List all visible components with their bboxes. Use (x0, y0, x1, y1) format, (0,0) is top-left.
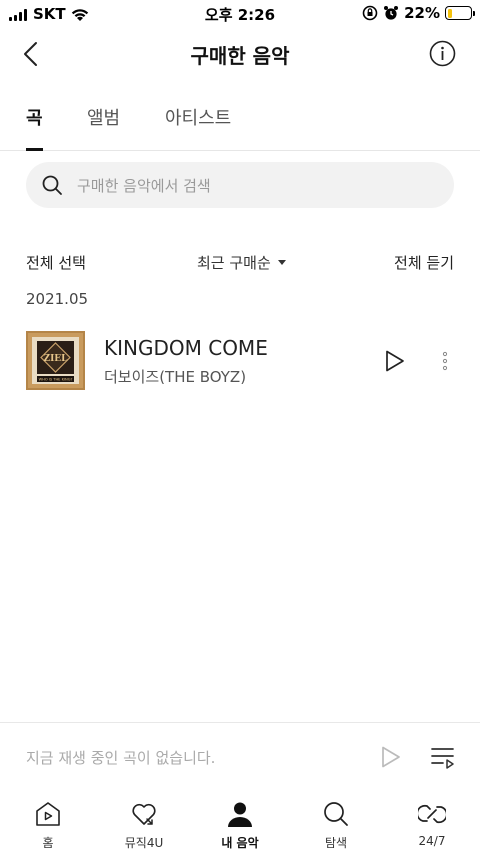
tab-albums[interactable]: 앨범 (87, 104, 120, 130)
song-row[interactable]: ZIEL WHO IS THE KING? KINGDOM COME 더보이즈(… (26, 330, 454, 392)
bottom-nav: 홈 뮤직4U 내 음악 탐색 24/7 (0, 790, 480, 854)
mini-player[interactable]: 지금 재생 중인 곡이 없습니다. (0, 722, 480, 790)
nav-label: 내 음악 (221, 836, 259, 850)
search-icon (42, 175, 62, 195)
tab-songs[interactable]: 곡 (26, 104, 43, 130)
sort-dropdown[interactable]: 최근 구매순 (197, 252, 286, 273)
play-icon[interactable] (382, 349, 406, 373)
tab-bar: 곡 앨범 아티스트 (0, 96, 480, 151)
battery-percent: 22% (404, 4, 440, 22)
battery-level (447, 8, 453, 18)
sort-label: 최근 구매순 (197, 254, 271, 272)
svg-text:ZIEL: ZIEL (44, 354, 69, 364)
caret-down-icon (277, 260, 286, 265)
song-artist: 더보이즈(THE BOYZ) (104, 368, 247, 386)
list-controls: 전체 선택 최근 구매순 전체 듣기 (26, 250, 454, 274)
status-right: 22% (362, 4, 475, 22)
play-icon[interactable] (378, 745, 402, 769)
infinity-icon (418, 804, 446, 824)
nav-label: 홈 (42, 836, 54, 850)
album-art-image: ZIEL WHO IS THE KING? (28, 333, 83, 388)
status-bar: SKT 오후 2:26 22% (0, 0, 480, 28)
play-all-button[interactable]: 전체 듣기 (394, 252, 454, 273)
nav-label: 뮤직4U (124, 836, 164, 850)
nav-my-music[interactable]: 내 음악 (192, 800, 288, 851)
orientation-lock-icon (362, 5, 378, 21)
nav-247[interactable]: 24/7 (384, 800, 480, 848)
svg-text:WHO IS THE KING?: WHO IS THE KING? (39, 378, 73, 382)
album-art[interactable]: ZIEL WHO IS THE KING? (26, 331, 85, 390)
nav-header: 구매한 음악 (0, 30, 480, 78)
select-all-button[interactable]: 전체 선택 (26, 252, 86, 273)
tab-artists[interactable]: 아티스트 (165, 104, 231, 130)
date-group-header: 2021.05 (26, 290, 89, 308)
search-placeholder: 구매한 음악에서 검색 (77, 176, 211, 195)
user-icon (228, 802, 252, 827)
search-icon (324, 802, 348, 826)
nav-music4u[interactable]: 뮤직4U (96, 800, 192, 851)
active-tab-indicator (26, 148, 43, 151)
nav-home[interactable]: 홈 (0, 800, 96, 851)
now-playing-text: 지금 재생 중인 곡이 없습니다. (26, 749, 216, 767)
more-vertical-icon[interactable] (440, 349, 450, 373)
nav-label: 탐색 (324, 836, 348, 850)
alarm-icon (384, 6, 399, 20)
nav-label: 24/7 (418, 834, 446, 848)
playlist-icon[interactable] (430, 745, 456, 771)
search-input[interactable]: 구매한 음악에서 검색 (26, 162, 454, 208)
nav-explore[interactable]: 탐색 (288, 800, 384, 851)
battery-charging-icon (445, 6, 475, 20)
song-title: KINGDOM COME (104, 336, 268, 360)
info-icon[interactable] (429, 40, 456, 67)
page-title: 구매한 음악 (190, 44, 290, 68)
home-play-icon (36, 802, 60, 826)
heart-icon (132, 803, 156, 825)
